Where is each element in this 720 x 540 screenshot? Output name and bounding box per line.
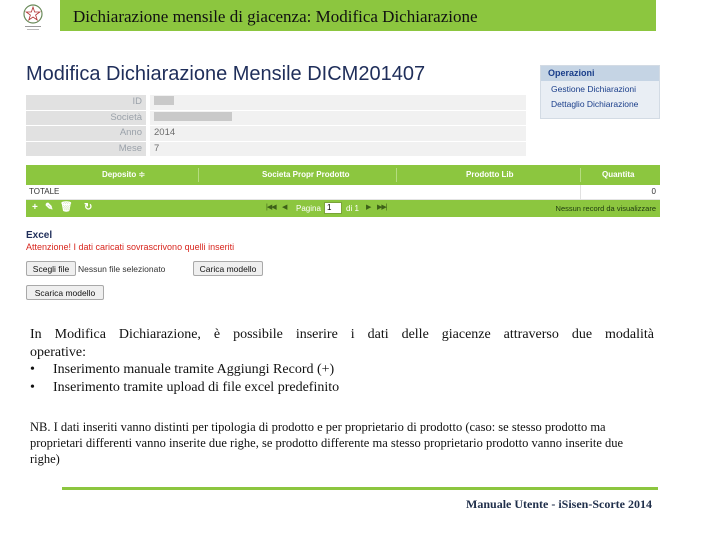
form-row-id: ID xyxy=(26,95,526,111)
column-header-quantita[interactable]: Quantita xyxy=(602,165,634,185)
add-record-icon[interactable]: + xyxy=(32,202,38,213)
bullet-dot-icon: • xyxy=(30,362,35,377)
next-page-icon[interactable]: ▶ xyxy=(366,203,371,211)
no-file-selected-text: Nessun file selezionato xyxy=(78,264,166,274)
description-intro: In Modifica Dichiarazione, è possibile i… xyxy=(30,327,654,342)
delete-icon[interactable]: 🗑︎ xyxy=(60,202,73,213)
column-separator xyxy=(580,185,581,200)
excel-section-title: Excel xyxy=(26,230,53,241)
operations-panel: Operazioni Gestione Dichiarazioni Dettag… xyxy=(540,65,660,119)
slide-title: Dichiarazione mensile di giacenza: Modif… xyxy=(60,0,656,31)
republic-emblem-icon xyxy=(20,2,46,32)
redacted-value xyxy=(154,96,174,105)
column-header-deposito[interactable]: Deposito ≑ xyxy=(102,165,145,185)
total-label: TOTALE xyxy=(29,187,60,196)
grid-pager: + ✎ 🗑︎ ↻ |◀◀ ◀ Pagina 1 di 1 ▶ ▶▶| Nessu… xyxy=(26,200,660,217)
column-separator xyxy=(198,168,199,182)
description: In Modifica Dichiarazione, è possibile i… xyxy=(30,326,654,396)
link-gestione-dichiarazioni[interactable]: Gestione Dichiarazioni xyxy=(541,81,659,99)
field-label-id: ID xyxy=(26,95,146,110)
column-header-societa[interactable]: Societa Propr Prodotto xyxy=(262,165,350,185)
grid-total-row: TOTALE 0 xyxy=(26,185,660,200)
choose-file-button[interactable]: Scegli file xyxy=(26,261,76,276)
edit-icon[interactable]: ✎ xyxy=(45,202,53,213)
footer-divider xyxy=(62,487,658,490)
field-value-societa xyxy=(150,110,526,125)
bullet-manual: • Inserimento manuale tramite Aggiungi R… xyxy=(30,361,654,379)
bullet-manual-text: Inserimento manuale tramite Aggiungi Rec… xyxy=(53,362,335,377)
download-template-button[interactable]: Scarica modello xyxy=(26,285,104,300)
description-intro-continued: operative: xyxy=(30,344,86,360)
field-value-anno: 2014 xyxy=(150,126,526,141)
page-label: Pagina xyxy=(296,204,321,213)
field-label-anno: Anno xyxy=(26,126,146,141)
refresh-icon[interactable]: ↻ xyxy=(84,202,92,213)
column-separator xyxy=(396,168,397,182)
grid-header: Deposito ≑ Societa Propr Prodotto Prodot… xyxy=(26,165,660,185)
bullet-upload: • Inserimento tramite upload di file exc… xyxy=(30,379,654,397)
total-value: 0 xyxy=(651,187,656,196)
field-label-societa: Società xyxy=(26,110,146,125)
page-number-input[interactable]: 1 xyxy=(324,202,342,214)
records-status: Nessun record da visualizzare xyxy=(555,204,656,213)
footer-text: Manuale Utente - iSisen-Scorte 2014 xyxy=(466,497,652,511)
form-row-societa: Società xyxy=(26,110,526,126)
operations-panel-title: Operazioni xyxy=(541,66,659,81)
redacted-value xyxy=(154,111,232,121)
field-label-mese: Mese xyxy=(26,141,146,156)
previous-page-icon[interactable]: ◀ xyxy=(282,203,287,211)
excel-warning: Attenzione! I dati caricati sovrascrivon… xyxy=(26,242,235,252)
page-count: di 1 xyxy=(346,204,359,213)
last-page-icon[interactable]: ▶▶| xyxy=(377,203,388,211)
page-title: Modifica Dichiarazione Mensile DICM20140… xyxy=(26,63,426,85)
field-value-id xyxy=(150,95,526,110)
column-header-prodotto[interactable]: Prodotto Lib xyxy=(466,165,514,185)
declaration-form: ID Società Anno 2014 Mese 7 xyxy=(26,95,526,157)
form-row-anno: Anno 2014 xyxy=(26,126,526,142)
bullet-upload-text: Inserimento tramite upload di file excel… xyxy=(53,379,340,395)
bullet-dot-icon: • xyxy=(30,379,35,395)
application-screenshot: Modifica Dichiarazione Mensile DICM20140… xyxy=(26,58,660,308)
nb-note: NB. I dati inseriti vanno distinti per t… xyxy=(30,420,624,466)
form-row-mese: Mese 7 xyxy=(26,141,526,157)
upload-template-button[interactable]: Carica modello xyxy=(193,261,263,276)
column-separator xyxy=(580,168,581,182)
field-value-mese: 7 xyxy=(150,141,526,156)
link-dettaglio-dichiarazione[interactable]: Dettaglio Dichiarazione xyxy=(541,99,659,117)
first-page-icon[interactable]: |◀◀ xyxy=(266,203,277,211)
